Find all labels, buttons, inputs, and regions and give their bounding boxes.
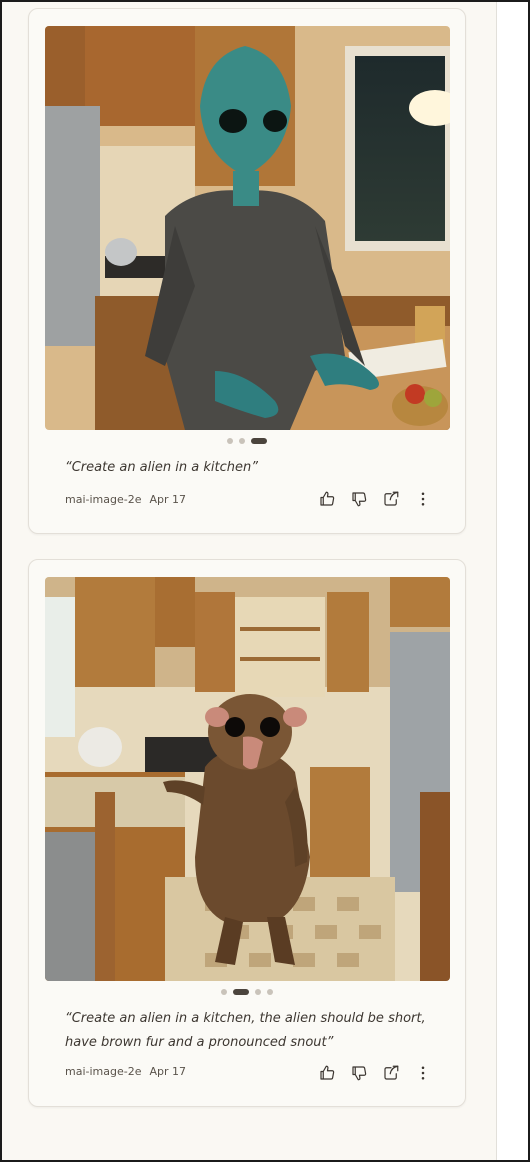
thumbs-up-button[interactable] [317,489,337,509]
action-bar [317,489,433,509]
date-label: Apr 17 [149,493,187,506]
share-button[interactable] [381,489,401,509]
carousel-dot[interactable] [221,989,227,995]
carousel-dot-active[interactable] [233,989,249,995]
carousel-indicator[interactable] [227,438,267,444]
image-result-card: “Create an alien in a kitchen” mai-image… [28,8,466,534]
carousel-indicator[interactable] [221,989,273,995]
share-icon [384,1065,399,1080]
thumbs-up-icon [320,491,335,506]
carousel-dot[interactable] [239,438,245,444]
thumbs-down-icon [352,492,367,507]
model-name: mai-image-2e [65,493,142,506]
image-meta: mai-image-2e Apr 17 [65,1065,186,1078]
more-icon [421,1066,425,1080]
thumbs-down-button[interactable] [349,1063,369,1083]
generated-image[interactable] [45,26,450,430]
share-icon [384,491,399,506]
carousel-dot[interactable] [227,438,233,444]
more-options-button[interactable] [413,489,433,509]
image-meta: mai-image-2e Apr 17 [65,493,186,506]
model-name: mai-image-2e [65,1065,142,1078]
scroll-gutter [496,2,528,1160]
thumbs-up-button[interactable] [317,1063,337,1083]
prompt-text: “Create an alien in a kitchen” [65,460,258,475]
thumbs-up-icon [320,1065,335,1080]
carousel-dot[interactable] [267,989,273,995]
generated-image[interactable] [45,577,450,981]
more-options-button[interactable] [413,1063,433,1083]
action-bar [317,1063,433,1083]
share-button[interactable] [381,1063,401,1083]
more-icon [421,492,425,506]
prompt-text: “Create an alien in a kitchen, the alien… [65,1011,426,1050]
carousel-dot[interactable] [255,989,261,995]
thumbs-down-icon [352,1066,367,1081]
image-result-card: “Create an alien in a kitchen, the alien… [28,559,466,1107]
date-label: Apr 17 [149,1065,187,1078]
thumbs-down-button[interactable] [349,489,369,509]
carousel-dot-active[interactable] [251,438,267,444]
